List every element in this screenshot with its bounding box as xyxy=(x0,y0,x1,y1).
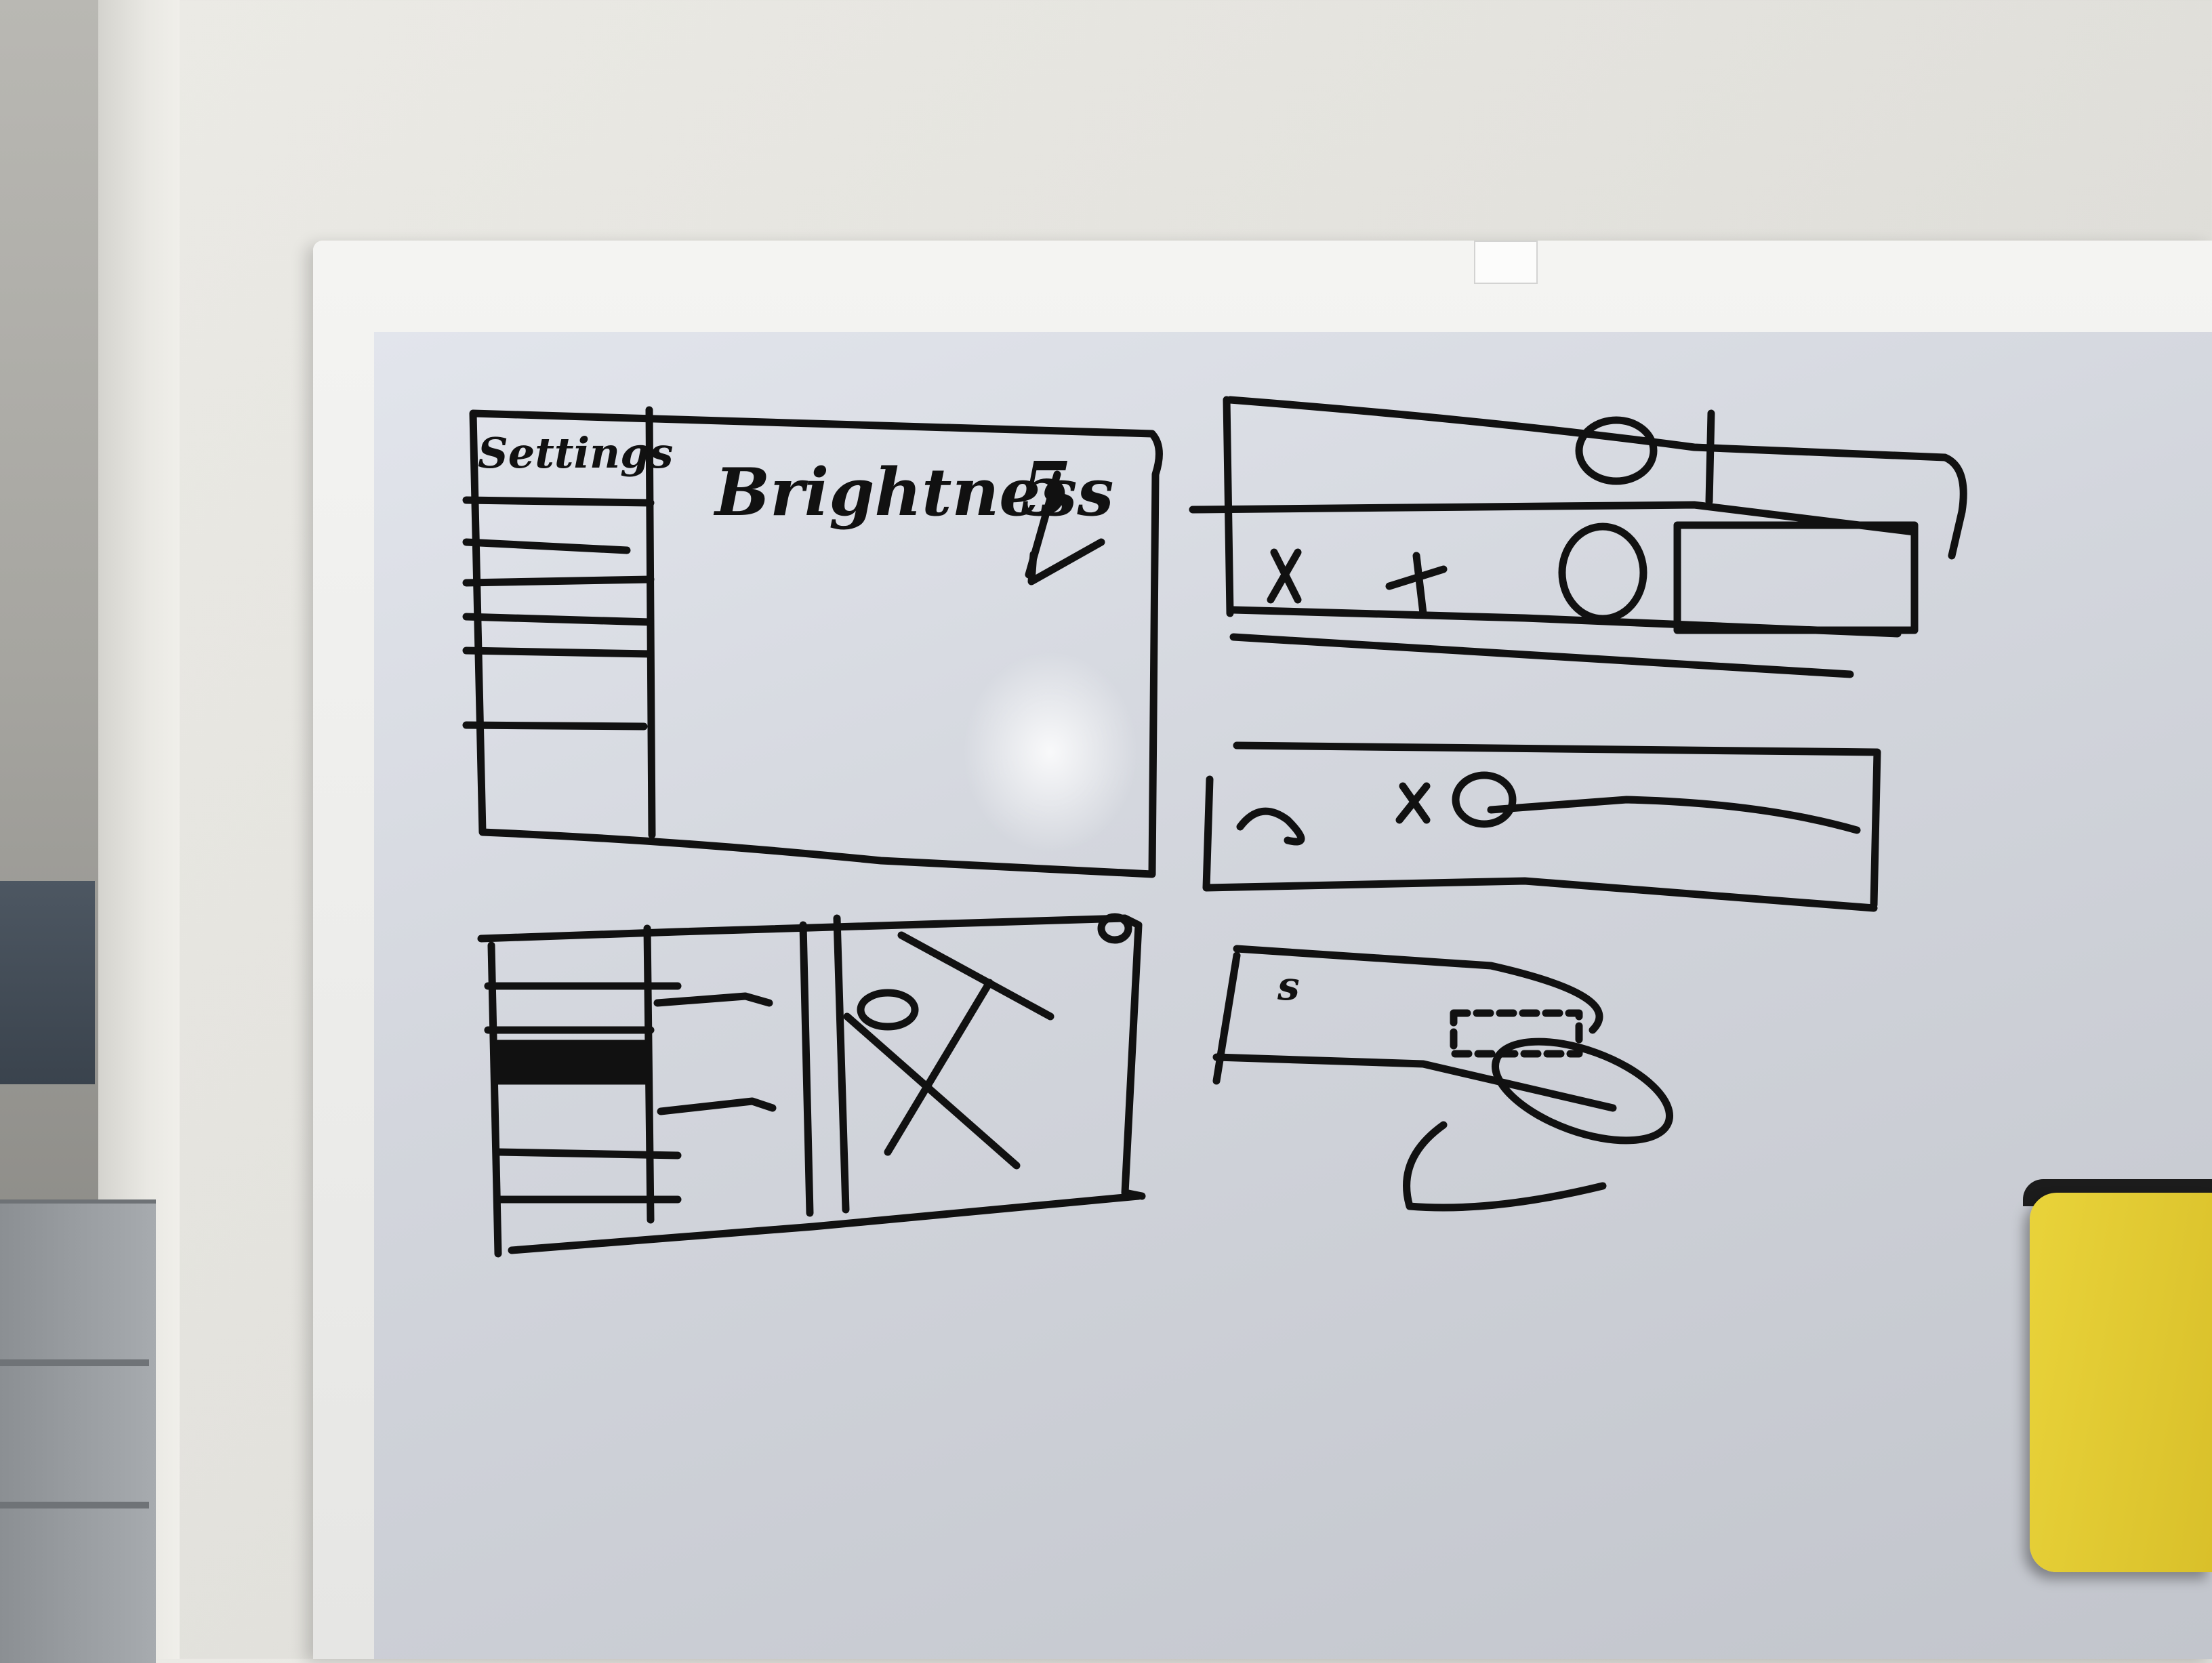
panel-divider xyxy=(833,914,850,1214)
bar-underline xyxy=(1229,633,1854,678)
x-mark xyxy=(1267,548,1302,604)
sidebar-row xyxy=(462,496,655,507)
slider-line xyxy=(1487,796,1861,834)
main-marker: 5 xyxy=(1020,445,1072,533)
list-row xyxy=(494,1148,682,1159)
sketch-slider-bar xyxy=(1202,741,1881,912)
bar-separator xyxy=(1705,409,1715,506)
panel-bottom xyxy=(508,1192,1143,1254)
scribble xyxy=(1236,807,1305,846)
marker-sketches: Settings Brightness 5 s xyxy=(462,396,1967,1258)
sidebar-row xyxy=(462,613,655,626)
sketch-list-panel xyxy=(477,913,1146,1258)
sidebar-title: Settings xyxy=(478,428,673,478)
x-mark xyxy=(1395,782,1431,824)
panel-divider xyxy=(799,921,814,1217)
panel-left xyxy=(487,941,502,1258)
corner-dot xyxy=(1097,913,1132,944)
pill-button xyxy=(1491,1038,1674,1145)
circle-icon xyxy=(1558,522,1647,623)
cross-hatch xyxy=(843,931,1054,1170)
sidebar-row xyxy=(462,538,631,554)
selected-row xyxy=(494,1040,651,1085)
hatch-knot xyxy=(857,989,919,1031)
button-box xyxy=(1673,521,1919,634)
popup-left xyxy=(1212,951,1241,1085)
hook-arrow xyxy=(1403,1121,1607,1212)
sidebar-row xyxy=(462,575,655,587)
slider-knob xyxy=(1452,771,1517,828)
popup-label: s xyxy=(1277,963,1300,1009)
sidebar-row xyxy=(462,646,655,658)
popup-bottom xyxy=(1212,1053,1617,1112)
arrow xyxy=(653,992,773,1007)
whiteboard-eraser xyxy=(2030,1193,2212,1572)
cursor-arrow-head xyxy=(1027,538,1105,586)
arrow xyxy=(657,1097,777,1115)
sketch-toolbar xyxy=(1189,396,1967,678)
sidebar-row xyxy=(462,721,648,731)
slider-bottom xyxy=(1202,775,1878,912)
circle-icon xyxy=(1575,416,1658,485)
plus-mark xyxy=(1385,552,1448,617)
